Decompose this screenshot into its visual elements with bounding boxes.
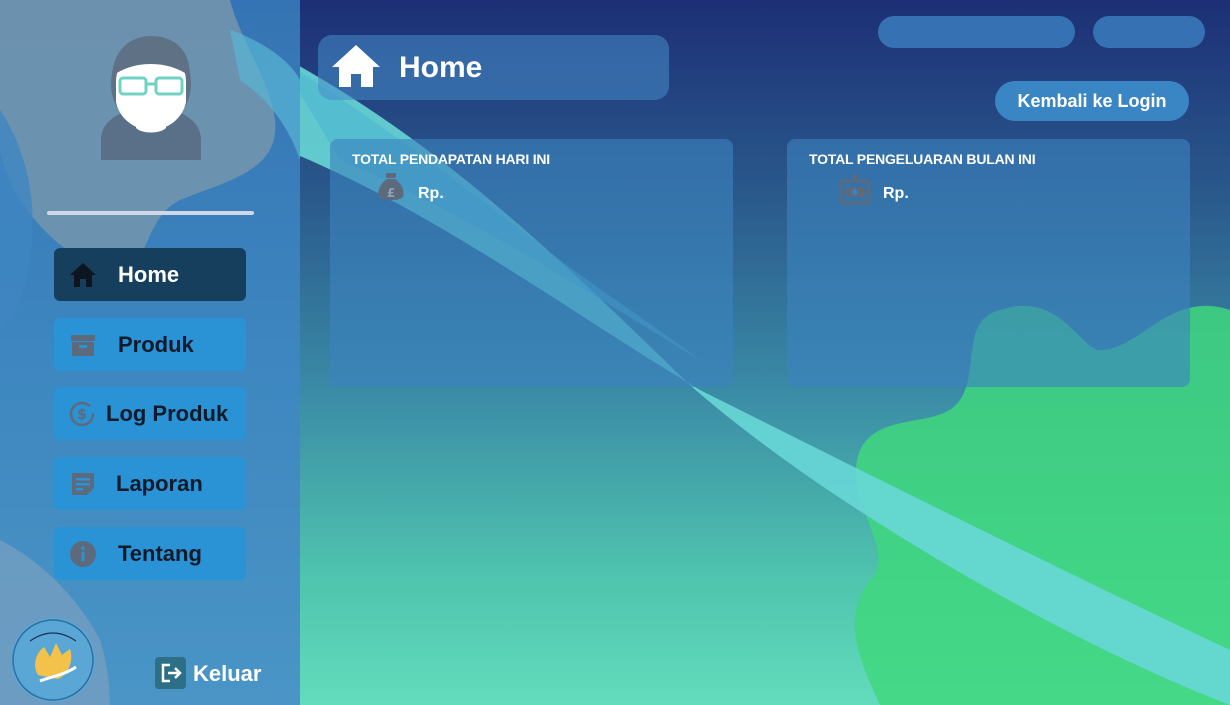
report-note-icon bbox=[72, 473, 94, 495]
info-icon bbox=[70, 541, 96, 567]
header-pill-placeholder bbox=[878, 16, 1075, 48]
sidebar-item-label: Laporan bbox=[116, 471, 203, 496]
home-icon bbox=[332, 45, 380, 87]
sidebar-item-tentang[interactable]: Tentang bbox=[54, 527, 246, 580]
user-avatar bbox=[98, 32, 204, 160]
header-pill-placeholder bbox=[1093, 16, 1205, 48]
home-icon bbox=[70, 263, 96, 287]
logout-icon bbox=[155, 657, 186, 689]
sidebar-item-label: Tentang bbox=[118, 541, 202, 566]
sidebar-item-produk[interactable]: Produk bbox=[54, 318, 246, 371]
logout-label: Keluar bbox=[193, 661, 262, 686]
sidebar-item-label: Home bbox=[118, 262, 180, 287]
svg-text:£: £ bbox=[387, 186, 395, 200]
sidebar-divider bbox=[47, 211, 254, 215]
back-to-login-button[interactable]: Kembali ke Login bbox=[995, 81, 1189, 121]
sidebar-item-home[interactable]: Home bbox=[54, 248, 246, 301]
card-value: Rp. bbox=[883, 185, 909, 202]
sidebar-item-label: Log Produk bbox=[106, 401, 229, 426]
card-title: TOTAL PENGELUARAN BULAN INI bbox=[809, 151, 1036, 167]
page-title: Home bbox=[399, 51, 483, 84]
card-value: Rp. bbox=[418, 185, 444, 202]
witty-notes-logo bbox=[10, 617, 96, 703]
logout-button[interactable]: Keluar bbox=[155, 657, 265, 691]
dollar-history-icon: $ bbox=[69, 401, 95, 427]
cash-register-icon bbox=[839, 174, 871, 205]
page-header: Home bbox=[318, 35, 669, 100]
sidebar-item-laporan[interactable]: Laporan bbox=[54, 457, 246, 510]
income-today-card: TOTAL PENDAPATAN HARI INI £ Rp. bbox=[330, 139, 733, 387]
expense-month-card: TOTAL PENGELUARAN BULAN INI Rp. bbox=[787, 139, 1190, 387]
card-title: TOTAL PENDAPATAN HARI INI bbox=[352, 151, 551, 167]
sidebar-item-log-produk[interactable]: $ Log Produk bbox=[54, 387, 246, 440]
sidebar-item-label: Produk bbox=[118, 332, 194, 357]
svg-text:$: $ bbox=[77, 407, 87, 423]
archive-box-icon bbox=[71, 335, 95, 356]
money-bag-icon: £ bbox=[378, 173, 404, 200]
